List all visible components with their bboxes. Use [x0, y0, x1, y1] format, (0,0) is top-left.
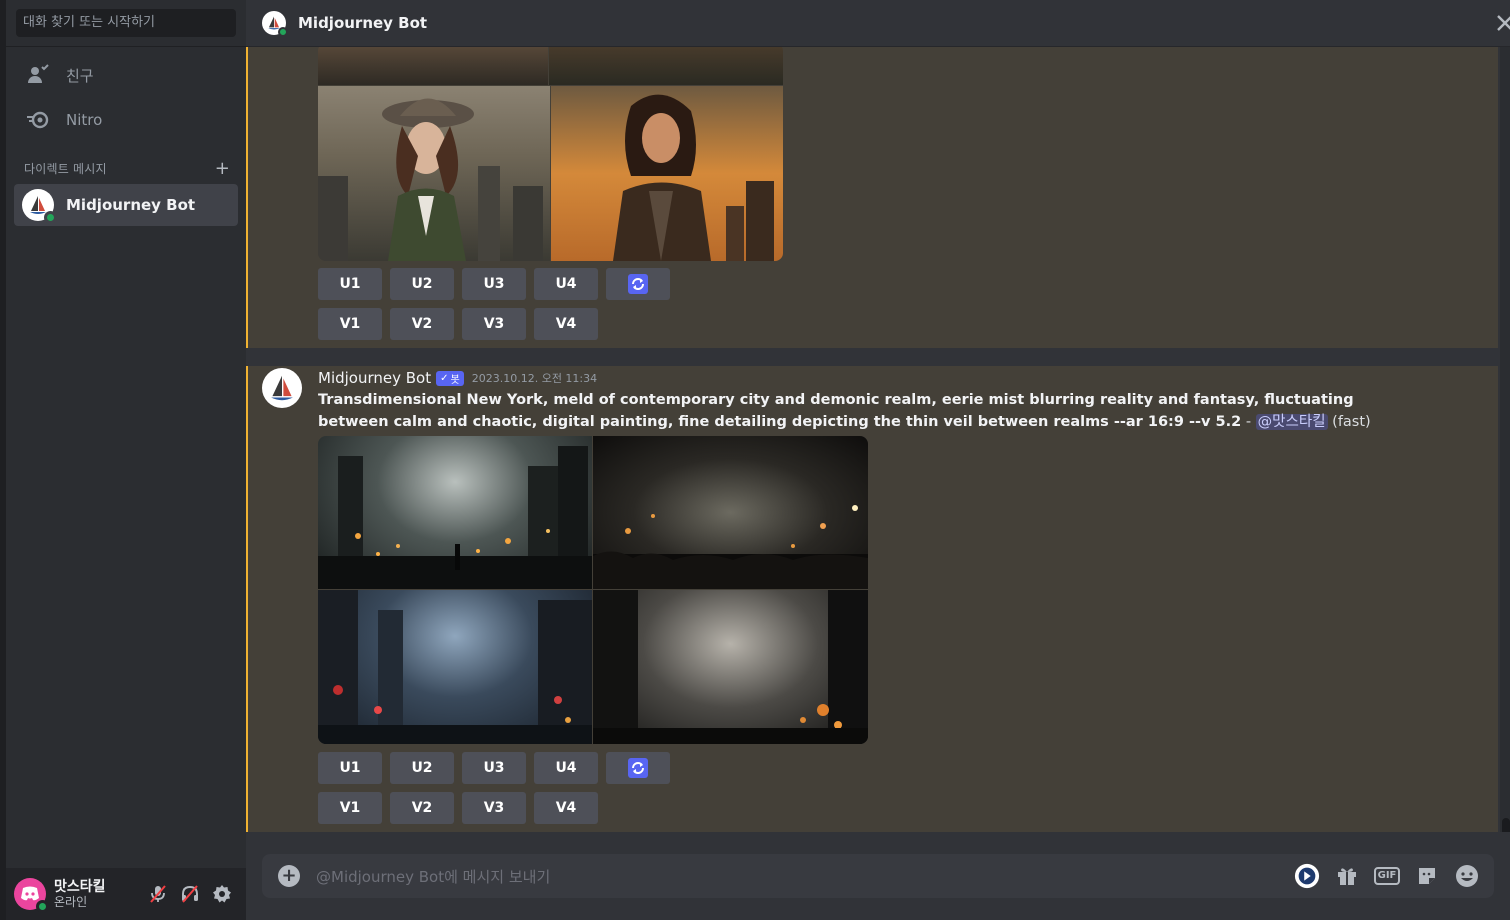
dm-name: Midjourney Bot — [66, 196, 196, 214]
user-name: 맛스타킬 — [54, 879, 106, 895]
message-composer: + @Midjourney Bot에 메시지 보내기 GIF — [262, 854, 1494, 898]
variation-button-row: V1 V2 V3 V4 — [318, 308, 598, 340]
headphones-muted-icon — [182, 885, 198, 903]
image-tile — [318, 47, 548, 85]
sticker-icon — [1419, 868, 1435, 884]
image-tile — [593, 590, 868, 744]
nitro-icon — [26, 108, 50, 132]
image-tile — [318, 590, 592, 744]
friends-icon — [26, 63, 50, 87]
bot-badge-label: 봇 — [450, 374, 460, 386]
prompt-text: Transdimensional New York, meld of conte… — [318, 392, 1354, 430]
variation-button-4[interactable]: V4 — [534, 308, 598, 340]
image-grid[interactable] — [318, 47, 783, 261]
timestamp: 2023.10.12. 오전 11:34 — [471, 372, 598, 385]
refresh-icon — [628, 758, 648, 778]
verified-check-icon: ✓ — [440, 372, 449, 384]
gift-button[interactable] — [1334, 863, 1360, 889]
user-status: 온라인 — [54, 895, 88, 909]
scrollbar-track[interactable] — [1500, 47, 1510, 832]
avatar — [22, 189, 57, 224]
mic-muted-icon — [150, 885, 166, 903]
online-status-dot — [278, 27, 288, 37]
gif-button[interactable]: GIF — [1373, 863, 1401, 889]
image-tile — [318, 436, 592, 589]
online-status-dot — [44, 211, 57, 224]
author-avatar[interactable] — [262, 368, 302, 408]
image-grid[interactable] — [318, 436, 868, 744]
dm-sidebar: 대화 찾기 또는 시작하기 친구 Nitro 다이렉트 메시지 + Midjou… — [6, 0, 246, 920]
search-input[interactable]: 대화 찾기 또는 시작하기 — [16, 9, 236, 37]
upscale-button-3[interactable]: U3 — [462, 752, 526, 784]
add-attachment-button[interactable]: + — [278, 865, 300, 887]
app-launcher-icon — [1294, 863, 1320, 889]
image-tile — [318, 86, 550, 261]
user-panel: 맛스타킬 온라인 — [6, 868, 246, 920]
page-title: Midjourney Bot — [298, 14, 428, 32]
prompt-separator: - — [1241, 414, 1256, 430]
settings-button[interactable] — [206, 878, 238, 910]
variation-button-row: V1 V2 V3 V4 — [318, 792, 598, 824]
emoji-icon — [1456, 865, 1478, 887]
variation-button-2[interactable]: V2 — [390, 308, 454, 340]
mute-button[interactable] — [142, 878, 174, 910]
deafen-button[interactable] — [174, 878, 206, 910]
bot-badge: ✓ 봇 — [436, 370, 464, 386]
gear-icon — [213, 885, 231, 903]
chat-header: Midjourney Bot — [246, 0, 1510, 47]
variation-button-1[interactable]: V1 — [318, 792, 382, 824]
pin-icon[interactable] — [1494, 12, 1510, 34]
message-header: Midjourney Bot ✓ 봇 2023.10.12. 오전 11:34 — [318, 367, 597, 389]
upscale-button-4[interactable]: U4 — [534, 268, 598, 300]
upscale-button-2[interactable]: U2 — [390, 752, 454, 784]
discord-app: 대화 찾기 또는 시작하기 친구 Nitro 다이렉트 메시지 + Midjou… — [0, 0, 1510, 920]
image-tile — [593, 436, 868, 589]
variation-button-3[interactable]: V3 — [462, 792, 526, 824]
dm-header: 다이렉트 메시지 + — [24, 159, 230, 177]
sticker-button[interactable] — [1414, 863, 1440, 889]
upscale-button-4[interactable]: U4 — [534, 752, 598, 784]
upscale-button-1[interactable]: U1 — [318, 268, 382, 300]
upscale-button-1[interactable]: U1 — [318, 752, 382, 784]
nav-item-friends[interactable]: 친구 — [14, 54, 238, 96]
message-item: Midjourney Bot ✓ 봇 2023.10.12. 오전 11:34 … — [246, 366, 1498, 832]
app-launcher-button[interactable] — [1294, 863, 1320, 889]
nav-label-friends: 친구 — [66, 66, 94, 85]
user-avatar[interactable] — [14, 878, 49, 913]
upscale-button-3[interactable]: U3 — [462, 268, 526, 300]
message-list: U1 U2 U3 U4 V1 V2 V3 V4 Midjourney Bot ✓… — [246, 47, 1498, 832]
gift-icon — [1338, 868, 1356, 885]
user-names[interactable]: 맛스타킬 온라인 — [54, 879, 142, 909]
composer-area: + @Midjourney Bot에 메시지 보내기 GIF — [246, 832, 1510, 920]
dm-item-midjourney-bot[interactable]: Midjourney Bot — [14, 184, 238, 226]
message-item: U1 U2 U3 U4 V1 V2 V3 V4 — [246, 47, 1498, 348]
dm-header-label: 다이렉트 메시지 — [24, 162, 107, 176]
upscale-button-2[interactable]: U2 — [390, 268, 454, 300]
image-tile — [551, 86, 783, 261]
message-input[interactable]: @Midjourney Bot에 메시지 보내기 — [316, 866, 1294, 887]
reroll-button[interactable] — [606, 268, 670, 300]
nav-label-nitro: Nitro — [66, 111, 103, 129]
upscale-button-row: U1 U2 U3 U4 — [318, 268, 670, 300]
add-dm-button[interactable]: + — [215, 159, 230, 177]
refresh-icon — [628, 274, 648, 294]
gif-icon: GIF — [1373, 867, 1401, 885]
image-tile — [549, 47, 783, 85]
message-content: Transdimensional New York, meld of conte… — [318, 389, 1428, 433]
speed-label: (fast) — [1332, 414, 1371, 430]
upscale-button-row: U1 U2 U3 U4 — [318, 752, 670, 784]
online-status-dot — [36, 900, 49, 913]
nav-item-nitro[interactable]: Nitro — [14, 99, 238, 141]
emoji-button[interactable] — [1454, 863, 1480, 889]
author-name[interactable]: Midjourney Bot — [318, 369, 431, 387]
composer-actions: GIF — [1294, 863, 1480, 889]
variation-button-4[interactable]: V4 — [534, 792, 598, 824]
variation-button-3[interactable]: V3 — [462, 308, 526, 340]
variation-button-2[interactable]: V2 — [390, 792, 454, 824]
reroll-button[interactable] — [606, 752, 670, 784]
search-wrap: 대화 찾기 또는 시작하기 — [6, 0, 246, 47]
variation-button-1[interactable]: V1 — [318, 308, 382, 340]
header-avatar — [262, 11, 288, 37]
user-mention[interactable]: @맛스타킬 — [1255, 414, 1328, 430]
